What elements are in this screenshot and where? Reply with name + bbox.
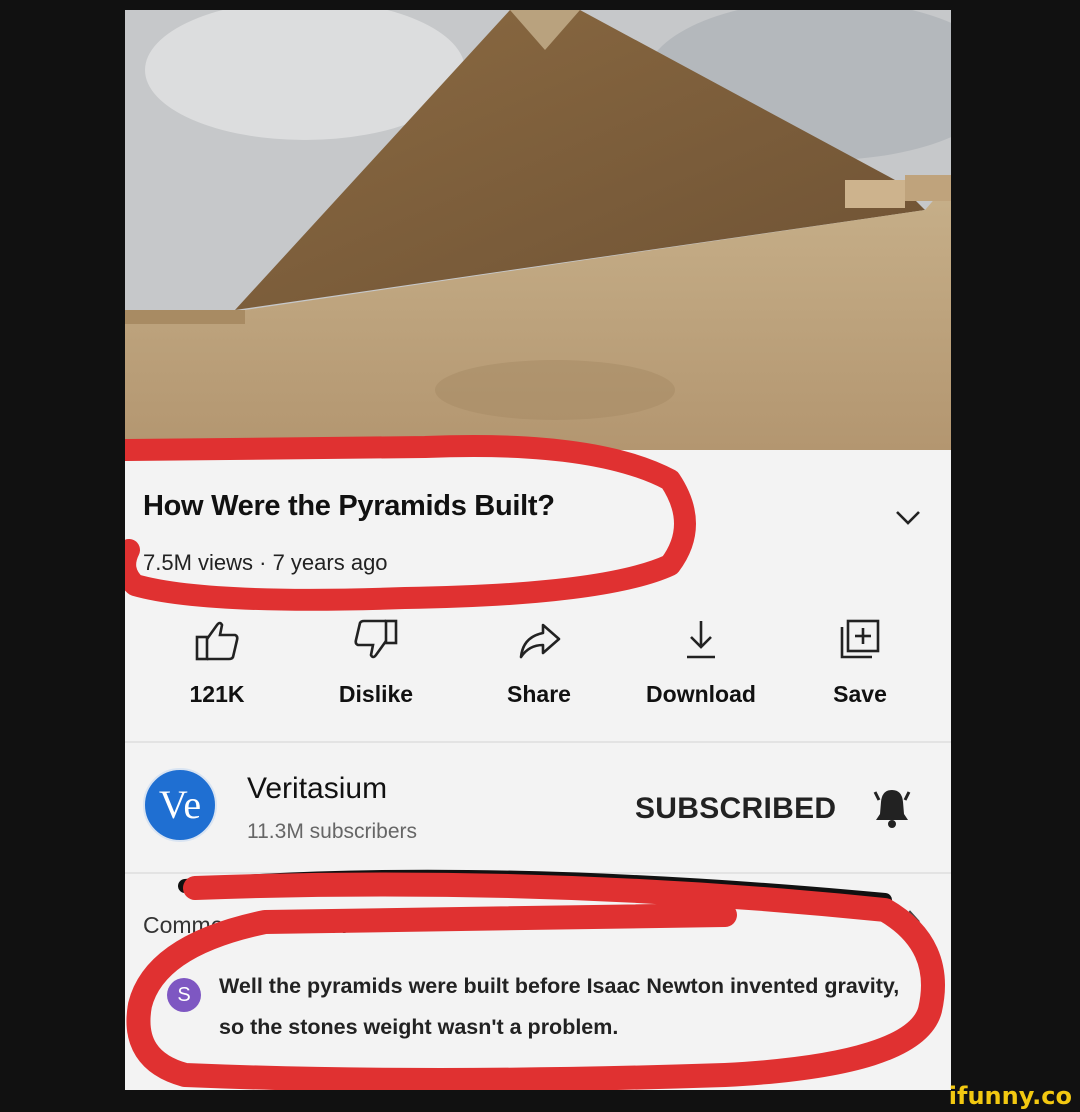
download-label: Download — [646, 681, 756, 707]
channel-name[interactable]: Veritasium — [247, 772, 387, 806]
channel-avatar[interactable]: Ve — [143, 768, 217, 842]
thumbs-down-icon — [354, 619, 398, 659]
divider — [125, 872, 951, 874]
ifunny-watermark: ifunny.co — [948, 1082, 1072, 1110]
comment-text[interactable]: Well the pyramids were built before Isaa… — [219, 966, 919, 1048]
download-icon — [687, 621, 715, 659]
subscriber-count: 11.3M subscribers — [247, 820, 418, 843]
black-scribble — [178, 869, 892, 907]
video-title[interactable]: How Were the Pyramids Built? — [143, 490, 555, 523]
like-count: 121K — [189, 681, 245, 707]
share-button[interactable]: Share — [469, 615, 609, 708]
like-button[interactable]: 121K — [147, 615, 287, 708]
divider — [125, 741, 951, 743]
save-playlist-icon — [840, 619, 880, 659]
save-button[interactable]: Save — [790, 615, 930, 708]
dislike-button[interactable]: Dislike — [306, 615, 446, 708]
download-button[interactable]: Download — [631, 615, 771, 708]
video-thumbnail[interactable] — [125, 10, 951, 450]
pyramid-photo — [125, 10, 951, 450]
save-label: Save — [833, 681, 887, 707]
thumbs-up-icon — [195, 621, 239, 661]
comments-header[interactable]: Comments — [143, 912, 254, 939]
comments-count: 12K — [305, 912, 346, 938]
share-label: Share — [507, 681, 571, 707]
commenter-avatar[interactable]: S — [167, 978, 201, 1012]
chevron-up-icon[interactable] — [897, 906, 923, 926]
video-page: How Were the Pyramids Built? 7.5M views … — [125, 10, 951, 1090]
video-meta[interactable]: 7.5M views · 7 years ago — [143, 550, 388, 576]
dislike-label: Dislike — [338, 681, 414, 707]
chevron-down-icon[interactable] — [891, 500, 925, 534]
subscribed-button[interactable]: SUBSCRIBED — [635, 792, 836, 826]
bell-ringing-icon[interactable] — [869, 784, 915, 830]
share-icon — [519, 623, 561, 659]
